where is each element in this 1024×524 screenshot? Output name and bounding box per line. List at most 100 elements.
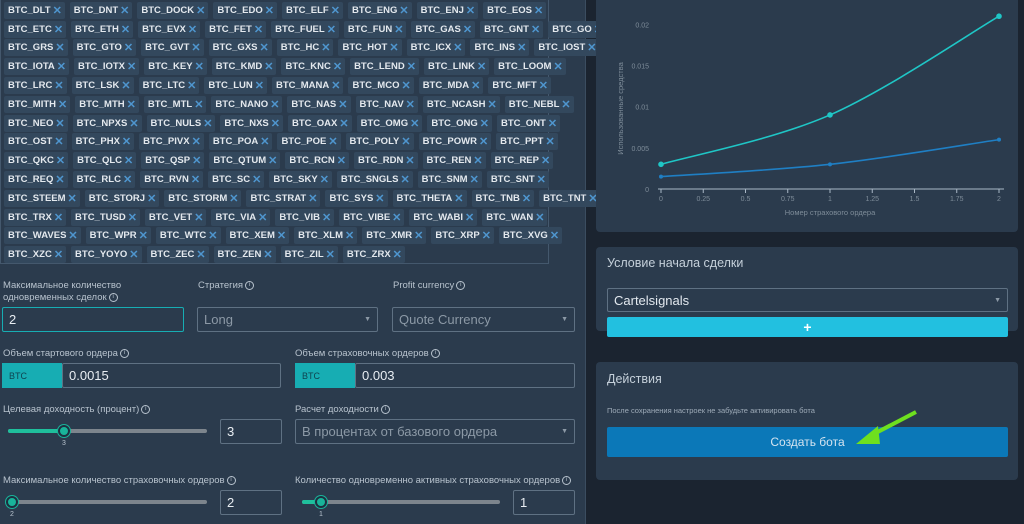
close-icon[interactable]: ✕ — [127, 98, 136, 111]
close-icon[interactable]: ✕ — [192, 135, 201, 148]
active-safety-slider[interactable] — [302, 500, 500, 504]
close-icon[interactable]: ✕ — [53, 4, 62, 17]
close-icon[interactable]: ✕ — [473, 154, 482, 167]
close-icon[interactable]: ✕ — [400, 173, 409, 186]
close-icon[interactable]: ✕ — [264, 60, 273, 73]
close-icon[interactable]: ✕ — [54, 248, 63, 261]
close-icon[interactable]: ✕ — [548, 117, 557, 130]
close-icon[interactable]: ✕ — [337, 154, 346, 167]
close-icon[interactable]: ✕ — [127, 60, 136, 73]
close-icon[interactable]: ✕ — [401, 135, 410, 148]
close-icon[interactable]: ✕ — [465, 211, 474, 224]
close-icon[interactable]: ✕ — [345, 229, 354, 242]
strategy-select[interactable]: Long ▼ — [197, 307, 378, 332]
info-icon[interactable]: i — [245, 280, 255, 290]
close-icon[interactable]: ✕ — [191, 41, 200, 54]
close-icon[interactable]: ✕ — [208, 229, 217, 242]
profit-currency-select[interactable]: Quote Currency ▼ — [392, 307, 575, 332]
close-icon[interactable]: ✕ — [271, 117, 280, 130]
close-icon[interactable]: ✕ — [265, 4, 274, 17]
pairs-tag-box[interactable]: BTC_DLT ✕ BTC_DNT ✕ BTC_DOCK ✕ BTC_EDO ✕ BTC_ELF… — [0, 0, 607, 264]
close-icon[interactable]: ✕ — [454, 192, 463, 205]
close-icon[interactable]: ✕ — [321, 41, 330, 54]
close-icon[interactable]: ✕ — [191, 173, 200, 186]
close-icon[interactable]: ✕ — [480, 117, 489, 130]
info-icon[interactable]: i — [456, 280, 466, 290]
close-icon[interactable]: ✕ — [471, 79, 480, 92]
close-icon[interactable]: ✕ — [270, 98, 279, 111]
close-icon[interactable]: ✕ — [54, 211, 63, 224]
close-icon[interactable]: ✕ — [326, 248, 335, 261]
close-icon[interactable]: ✕ — [389, 41, 398, 54]
close-icon[interactable]: ✕ — [487, 98, 496, 111]
close-icon[interactable]: ✕ — [229, 192, 238, 205]
info-icon[interactable]: i — [430, 348, 440, 358]
close-icon[interactable]: ✕ — [54, 79, 63, 92]
slider-thumb[interactable] — [315, 496, 327, 508]
max-safety-slider[interactable] — [8, 500, 207, 504]
close-icon[interactable]: ✕ — [561, 98, 570, 111]
close-icon[interactable]: ✕ — [194, 98, 203, 111]
close-icon[interactable]: ✕ — [328, 135, 337, 148]
close-icon[interactable]: ✕ — [121, 79, 130, 92]
close-icon[interactable]: ✕ — [194, 211, 203, 224]
close-icon[interactable]: ✕ — [55, 41, 64, 54]
close-icon[interactable]: ✕ — [331, 4, 340, 17]
active-safety-input[interactable]: 1 — [513, 490, 575, 515]
close-icon[interactable]: ✕ — [537, 173, 546, 186]
close-icon[interactable]: ✕ — [268, 154, 277, 167]
close-icon[interactable]: ✕ — [338, 98, 347, 111]
close-icon[interactable]: ✕ — [405, 154, 414, 167]
close-icon[interactable]: ✕ — [139, 229, 148, 242]
close-icon[interactable]: ✕ — [68, 192, 77, 205]
close-icon[interactable]: ✕ — [56, 154, 65, 167]
close-icon[interactable]: ✕ — [331, 79, 340, 92]
close-icon[interactable]: ✕ — [120, 4, 129, 17]
close-icon[interactable]: ✕ — [406, 98, 415, 111]
close-icon[interactable]: ✕ — [399, 4, 408, 17]
close-icon[interactable]: ✕ — [55, 117, 64, 130]
close-icon[interactable]: ✕ — [129, 117, 138, 130]
close-icon[interactable]: ✕ — [54, 23, 63, 36]
close-icon[interactable]: ✕ — [453, 41, 462, 54]
close-icon[interactable]: ✕ — [58, 98, 67, 111]
close-icon[interactable]: ✕ — [124, 41, 133, 54]
info-icon[interactable]: i — [380, 404, 390, 414]
close-icon[interactable]: ✕ — [470, 173, 479, 186]
close-icon[interactable]: ✕ — [466, 4, 475, 17]
max-deals-input[interactable]: 2 — [2, 307, 184, 332]
close-icon[interactable]: ✕ — [541, 154, 550, 167]
slider-thumb[interactable] — [6, 496, 18, 508]
close-icon[interactable]: ✕ — [410, 117, 419, 130]
safety-order-input[interactable]: 0.003 — [355, 363, 575, 388]
close-icon[interactable]: ✕ — [414, 229, 423, 242]
close-icon[interactable]: ✕ — [147, 192, 156, 205]
info-icon[interactable]: i — [226, 475, 236, 485]
close-icon[interactable]: ✕ — [375, 192, 384, 205]
close-icon[interactable]: ✕ — [121, 23, 130, 36]
info-icon[interactable]: i — [119, 348, 129, 358]
close-icon[interactable]: ✕ — [534, 4, 543, 17]
close-icon[interactable]: ✕ — [394, 23, 403, 36]
close-icon[interactable]: ✕ — [277, 229, 286, 242]
close-icon[interactable]: ✕ — [339, 117, 348, 130]
close-icon[interactable]: ✕ — [553, 60, 562, 73]
info-icon[interactable]: i — [562, 475, 572, 485]
info-icon[interactable]: i — [141, 404, 151, 414]
close-icon[interactable]: ✕ — [322, 211, 331, 224]
close-icon[interactable]: ✕ — [188, 23, 197, 36]
close-icon[interactable]: ✕ — [196, 248, 205, 261]
close-icon[interactable]: ✕ — [308, 192, 317, 205]
close-icon[interactable]: ✕ — [479, 135, 488, 148]
close-icon[interactable]: ✕ — [550, 229, 559, 242]
close-icon[interactable]: ✕ — [258, 211, 267, 224]
close-icon[interactable]: ✕ — [57, 60, 66, 73]
close-icon[interactable]: ✕ — [517, 41, 526, 54]
close-icon[interactable]: ✕ — [54, 135, 63, 148]
close-icon[interactable]: ✕ — [255, 79, 264, 92]
close-icon[interactable]: ✕ — [535, 211, 544, 224]
close-icon[interactable]: ✕ — [407, 60, 416, 73]
close-icon[interactable]: ✕ — [68, 229, 77, 242]
close-icon[interactable]: ✕ — [477, 60, 486, 73]
close-icon[interactable]: ✕ — [187, 79, 196, 92]
